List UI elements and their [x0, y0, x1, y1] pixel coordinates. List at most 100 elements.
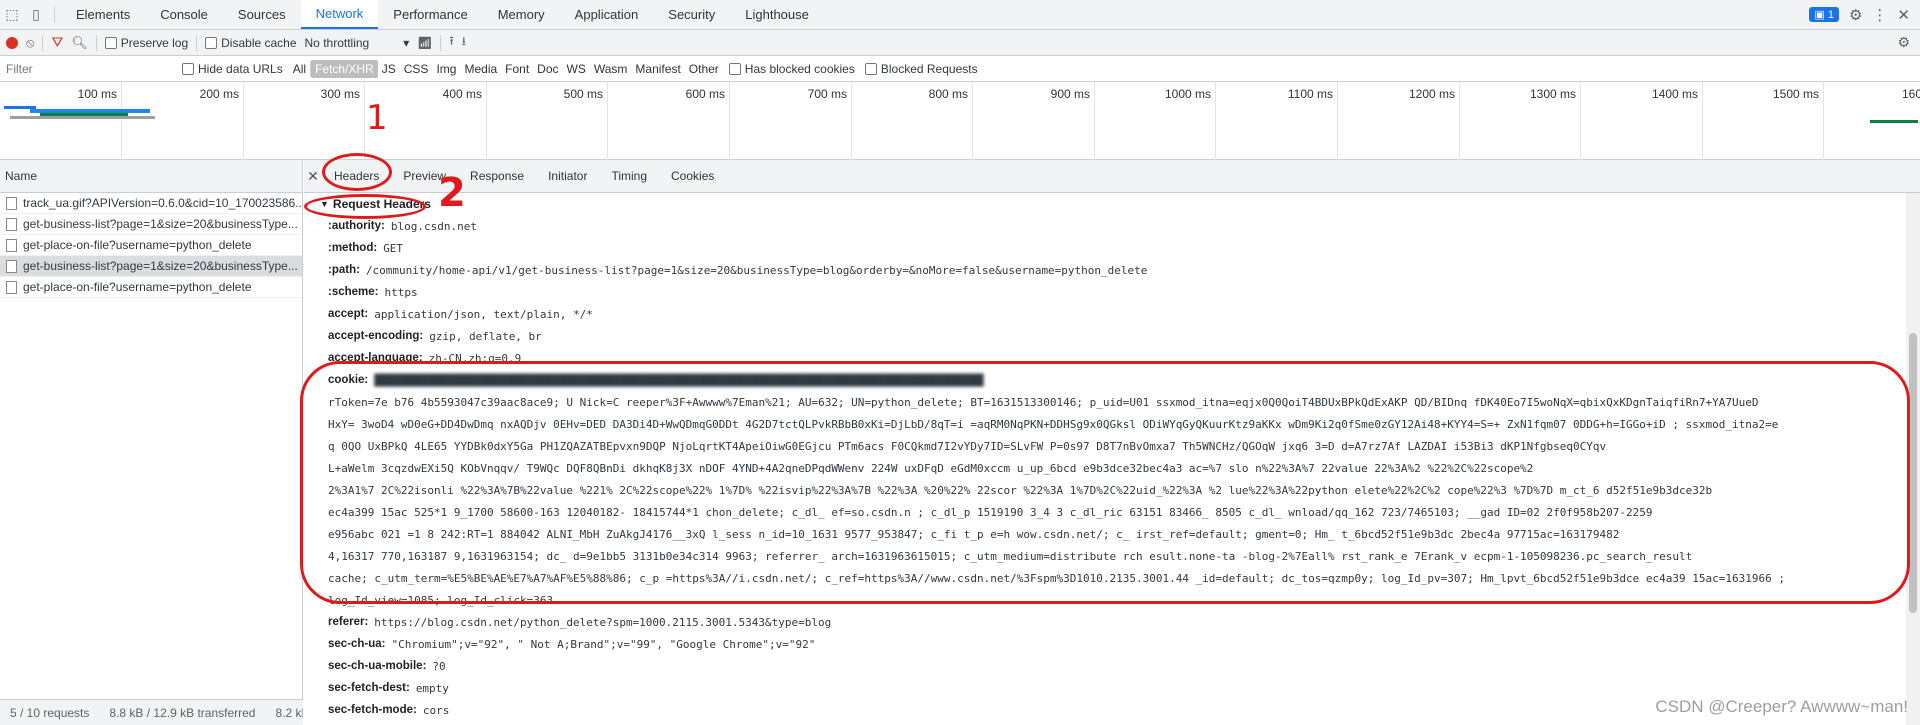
- header-key: :path:: [328, 264, 360, 276]
- header-key: sec-ch-ua-mobile:: [328, 660, 427, 672]
- issues-badge[interactable]: ▣ 1: [1809, 7, 1839, 22]
- more-options-icon[interactable]: ⋮: [1872, 6, 1887, 24]
- toolbar-divider: [42, 34, 44, 51]
- tab-application[interactable]: Application: [560, 0, 654, 29]
- import-har-icon[interactable]: ⭱: [449, 32, 453, 53]
- filter-type-manifest[interactable]: Manifest: [631, 60, 684, 78]
- blocked-requests-checkbox[interactable]: [864, 62, 877, 75]
- timeline-tick: 1000 ms: [1095, 82, 1216, 160]
- network-conditions-icon[interactable]: 📶︎: [417, 36, 432, 50]
- filter-input[interactable]: [6, 58, 176, 79]
- transferred-size: 8.8 kB / 12.9 kB transferred: [109, 705, 256, 720]
- tab-console[interactable]: Console: [145, 0, 223, 29]
- timeline-tick-label: 1200 ms: [1408, 87, 1455, 101]
- hide-data-urls-label: Hide data URLs: [198, 61, 283, 76]
- timeline-tick-label: 300 ms: [320, 87, 360, 101]
- scrollbar-thumb[interactable]: [1909, 333, 1917, 613]
- has-blocked-cookies-label: Has blocked cookies: [744, 61, 855, 76]
- clear-icon[interactable]: ⦸: [26, 35, 34, 51]
- file-icon: [6, 238, 17, 252]
- hide-data-urls-toggle[interactable]: Hide data URLs: [182, 62, 283, 76]
- toolbar-divider: [95, 34, 97, 51]
- timeline-tick: 1200 ms: [1338, 82, 1460, 160]
- filter-type-other[interactable]: Other: [685, 60, 723, 78]
- preserve-log-toggle[interactable]: Preserve log: [104, 35, 189, 50]
- device-toolbar-icon[interactable]: ▯: [24, 0, 48, 29]
- tab-elements[interactable]: Elements: [61, 0, 145, 29]
- file-icon: [6, 259, 17, 273]
- tab-cookies[interactable]: Cookies: [659, 169, 726, 183]
- header-value: ?0: [432, 659, 446, 673]
- close-detail-icon[interactable]: ✕: [304, 168, 322, 185]
- filter-type-media[interactable]: Media: [460, 60, 501, 78]
- annotation-cookie-region: [300, 361, 1910, 604]
- tab-performance[interactable]: Performance: [378, 0, 482, 29]
- tab-initiator[interactable]: Initiator: [536, 169, 599, 183]
- request-name: track_ua.gif?APIVersion=0.6.0&cid=10_170…: [23, 196, 302, 210]
- inspect-element-icon[interactable]: ⬚: [0, 0, 24, 29]
- timeline-tick: 700 ms: [730, 82, 852, 160]
- request-list-header[interactable]: Name: [0, 160, 302, 193]
- tab-sources[interactable]: Sources: [223, 0, 301, 29]
- throttling-select[interactable]: No throttling ▾: [305, 36, 410, 50]
- filter-type-ws[interactable]: WS: [563, 60, 590, 78]
- settings-gear-icon[interactable]: ⚙: [1849, 6, 1862, 24]
- disable-cache-checkbox[interactable]: [205, 36, 218, 49]
- header-key: :authority:: [328, 220, 385, 232]
- network-settings-gear-icon[interactable]: ⚙: [1897, 34, 1910, 51]
- has-blocked-cookies-checkbox[interactable]: [728, 62, 741, 75]
- disable-cache-label: Disable cache: [221, 35, 297, 50]
- name-column-header[interactable]: Name: [5, 169, 37, 183]
- request-row[interactable]: track_ua.gif?APIVersion=0.6.0&cid=10_170…: [0, 193, 302, 214]
- header-key: :scheme:: [328, 286, 379, 298]
- disable-cache-toggle[interactable]: Disable cache: [205, 35, 297, 50]
- export-har-icon[interactable]: ⭳: [462, 32, 466, 53]
- filter-funnel-icon[interactable]: ⛛: [51, 34, 63, 51]
- filter-type-css[interactable]: CSS: [400, 60, 433, 78]
- search-icon[interactable]: 🔍︎: [71, 35, 88, 51]
- record-button[interactable]: [6, 36, 18, 49]
- preserve-log-label: Preserve log: [120, 35, 189, 50]
- timeline-tick-label: 160: [1901, 87, 1920, 101]
- header-key: sec-ch-ua:: [328, 638, 386, 650]
- tab-timing[interactable]: Timing: [599, 169, 659, 183]
- filter-type-font[interactable]: Font: [501, 60, 533, 78]
- timeline-tick-label: 400 ms: [442, 87, 482, 101]
- timeline-tick: 600 ms: [608, 82, 730, 160]
- tab-network[interactable]: Network: [300, 0, 379, 29]
- header-key: accept-encoding:: [328, 330, 424, 342]
- timeline-tick-label: 100 ms: [77, 87, 117, 101]
- close-devtools-icon[interactable]: ✕: [1897, 6, 1910, 24]
- header-value: cors: [422, 703, 450, 717]
- filter-type-all[interactable]: All: [289, 60, 310, 78]
- file-icon: [6, 196, 17, 210]
- filter-type-wasm[interactable]: Wasm: [590, 60, 632, 78]
- blocked-requests-toggle[interactable]: Blocked Requests: [864, 62, 978, 76]
- request-row[interactable]: get-business-list?page=1&size=20&busines…: [0, 214, 302, 235]
- header-row: referer: https://blog.csdn.net/python_del…: [304, 611, 1920, 633]
- timeline-tick: 300 ms: [244, 82, 365, 160]
- request-row[interactable]: get-place-on-file?username=python_delete: [0, 277, 302, 298]
- annotation-circle-request-headers: [304, 194, 426, 219]
- tab-security[interactable]: Security: [653, 0, 730, 29]
- filter-type-fetch-xhr[interactable]: Fetch/XHR: [311, 59, 378, 78]
- network-overview-timeline[interactable]: 100 ms 200 ms 300 ms 400 ms 500 ms 600 m…: [0, 82, 1920, 160]
- timeline-tick: 1400 ms: [1581, 82, 1703, 160]
- watermark: CSDN @Creeper? Awwww~man!: [1655, 697, 1908, 716]
- preserve-log-checkbox[interactable]: [104, 36, 117, 49]
- request-row[interactable]: get-place-on-file?username=python_delete: [0, 235, 302, 256]
- filter-type-js[interactable]: JS: [378, 60, 400, 78]
- tab-response[interactable]: Response: [458, 169, 536, 183]
- throttling-value: No throttling: [304, 35, 370, 50]
- request-name: get-business-list?page=1&size=20&busines…: [23, 259, 298, 273]
- request-row-selected[interactable]: get-business-list?page=1&size=20&busines…: [0, 256, 302, 277]
- request-headers-section[interactable]: ▼ Request Headers: [304, 193, 1920, 215]
- filter-type-doc[interactable]: Doc: [533, 60, 562, 78]
- tab-memory[interactable]: Memory: [483, 0, 560, 29]
- timeline-tick: 500 ms: [487, 82, 608, 160]
- header-value: /community/home-api/v1/get-business-list…: [365, 263, 1148, 277]
- filter-type-img[interactable]: Img: [432, 60, 460, 78]
- hide-data-urls-checkbox[interactable]: [182, 62, 194, 75]
- has-blocked-cookies-toggle[interactable]: Has blocked cookies: [728, 61, 855, 76]
- tab-lighthouse[interactable]: Lighthouse: [730, 0, 824, 29]
